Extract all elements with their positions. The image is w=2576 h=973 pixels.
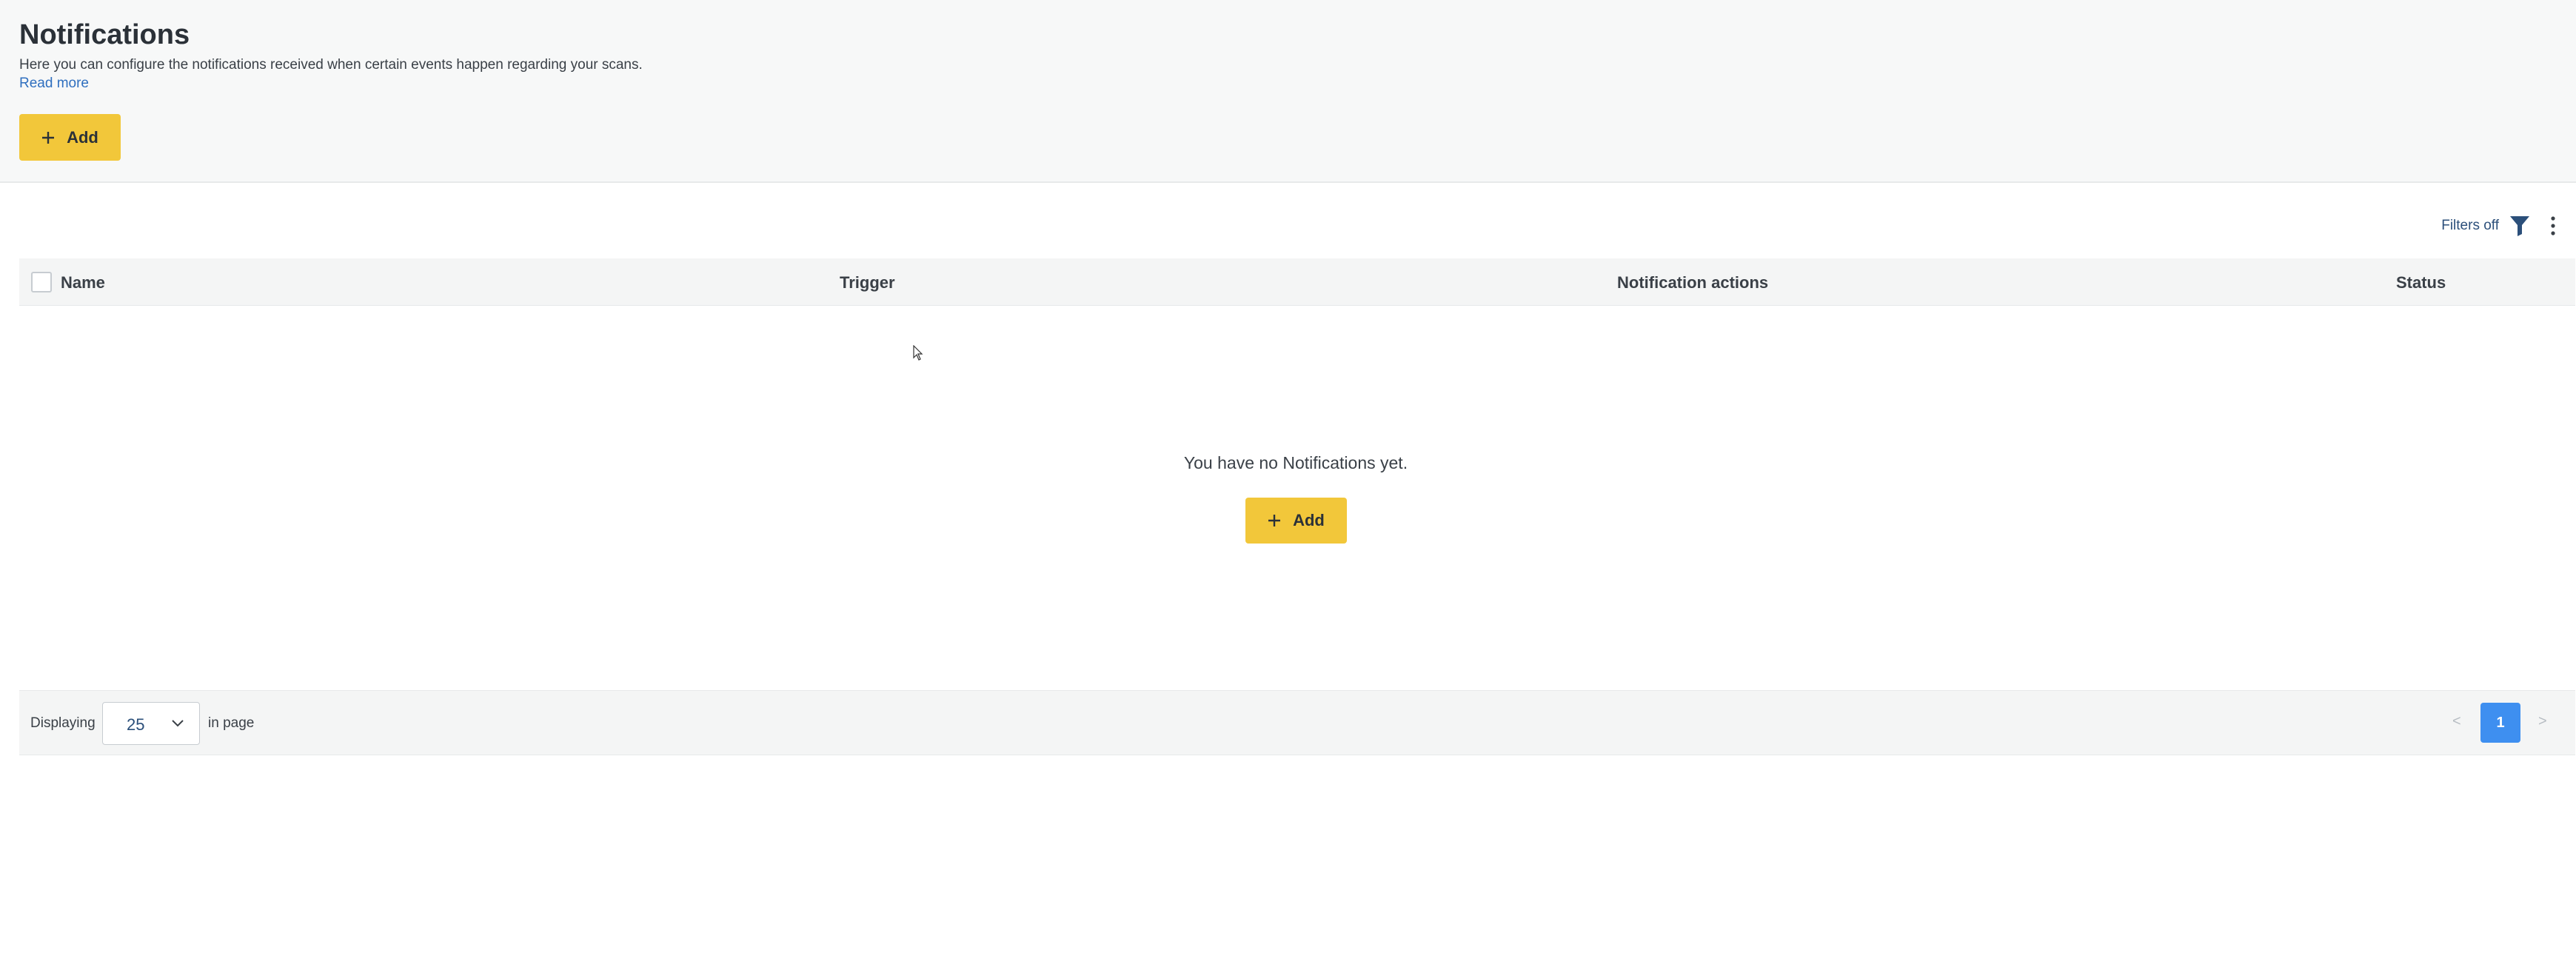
- column-header-status[interactable]: Status: [2396, 273, 2446, 292]
- displaying-label: Displaying: [30, 715, 96, 731]
- table-header: Name Trigger Notification actions Status: [19, 258, 2575, 306]
- page-size-value: 25: [127, 715, 145, 734]
- add-button-label: Add: [1293, 511, 1325, 529]
- empty-state-message: You have no Notifications yet.: [1183, 453, 1408, 472]
- in-page-label: in page: [208, 715, 255, 731]
- read-more-link[interactable]: Read more: [19, 76, 89, 92]
- kebab-menu-icon[interactable]: [2547, 215, 2559, 237]
- filters-status-label: Filters off: [2441, 218, 2499, 233]
- page-header: Notifications Here you can configure the…: [0, 0, 2576, 183]
- pagination-bar: Displaying 25 in page < 1 >: [19, 690, 2575, 755]
- next-page-button[interactable]: >: [2538, 713, 2547, 730]
- previous-page-button[interactable]: <: [2452, 713, 2461, 730]
- add-button-label: Add: [67, 127, 98, 147]
- empty-state-add-button[interactable]: Add: [1245, 498, 1347, 544]
- page-size-select[interactable]: 25: [102, 702, 200, 745]
- page-description: Here you can configure the notifications…: [19, 57, 643, 73]
- plus-icon: [42, 131, 55, 144]
- column-header-name[interactable]: Name: [61, 273, 105, 292]
- page-1-button[interactable]: 1: [2480, 703, 2520, 743]
- page-title: Notifications: [19, 19, 190, 50]
- select-all-checkbox[interactable]: [31, 272, 52, 292]
- filters-toggle[interactable]: Filters off: [2441, 213, 2530, 239]
- chevron-down-icon: [172, 720, 184, 727]
- mouse-cursor-icon: [913, 345, 923, 361]
- column-header-notification-actions[interactable]: Notification actions: [1617, 273, 1768, 292]
- funnel-icon: [2510, 216, 2529, 236]
- column-header-trigger[interactable]: Trigger: [840, 273, 895, 292]
- plus-icon: [1268, 515, 1281, 526]
- add-notification-button[interactable]: Add: [19, 114, 121, 161]
